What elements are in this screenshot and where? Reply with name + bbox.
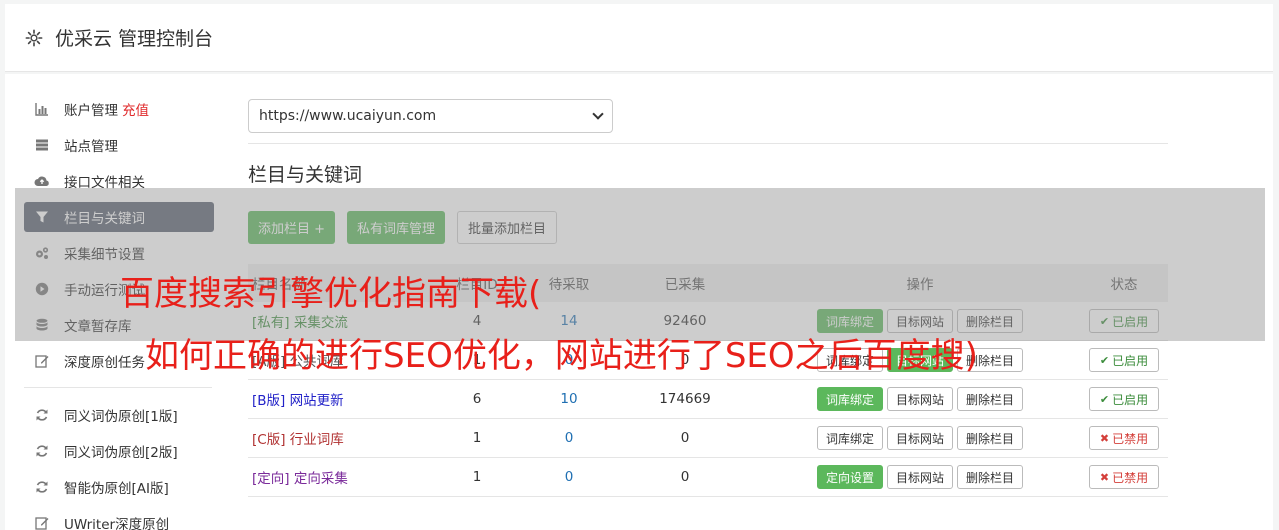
sidebar-item-label: 深度原创任务	[64, 355, 145, 371]
page-title: 优采云 管理控制台	[55, 28, 214, 50]
chevron-down-icon	[592, 108, 604, 120]
close-icon: ✖	[1099, 470, 1110, 484]
row-b[interactable]: 10	[528, 391, 610, 407]
status-label: 已禁用	[1112, 431, 1149, 446]
app-header: 优采云 管理控制台	[5, 4, 1273, 72]
refresh-icon	[34, 479, 50, 495]
row-a: 1	[472, 469, 482, 485]
row-c: 0	[680, 430, 690, 446]
edit-icon	[34, 515, 50, 530]
row-b[interactable]: 0	[528, 469, 610, 485]
site-select[interactable]: https://www.ucaiyun.com	[248, 99, 613, 133]
status-toggle[interactable]: ✖ 已禁用	[1088, 465, 1160, 489]
row-status: ✔ 已启用	[1080, 387, 1168, 411]
edit-icon	[34, 353, 50, 369]
overlay-text-line2: 如何正确的进行SEO优化，网站进行了SEO之后百度搜)	[145, 336, 978, 376]
row-c: 174669	[659, 391, 711, 407]
sidebar-divider	[24, 387, 212, 388]
table-row: [C版] 行业词库 1 0 0 词库绑定 目标网站 删除栏目 ✖ 已禁用	[248, 419, 1168, 458]
bind-lib-button[interactable]: 词库绑定	[816, 387, 883, 411]
directed-setting-button[interactable]: 定向设置	[816, 465, 883, 489]
status-toggle[interactable]: ✔ 已启用	[1088, 348, 1160, 372]
row-name[interactable]: [定向] 定向采集	[248, 467, 426, 487]
row-a: 1	[472, 430, 482, 446]
delete-column-button[interactable]: 删除栏目	[957, 465, 1024, 489]
row-ops: 定向设置 目标网站 删除栏目	[760, 465, 1080, 489]
row-ops: 词库绑定 目标网站 删除栏目	[760, 387, 1080, 411]
sidebar-item-synonym-v2[interactable]: 同义词伪原创[2版]	[24, 436, 214, 466]
bar-chart-icon	[34, 101, 50, 117]
sidebar-item-synonym-v1[interactable]: 同义词伪原创[1版]	[24, 400, 214, 430]
close-icon: ✖	[1099, 431, 1110, 445]
target-site-button[interactable]: 目标网站	[886, 426, 953, 450]
row-b[interactable]: 0	[528, 430, 610, 446]
sidebar-item-label: 同义词伪原创[2版]	[64, 445, 178, 461]
gear-icon	[25, 29, 43, 46]
check-icon: ✔	[1099, 353, 1110, 367]
row-status: ✖ 已禁用	[1080, 465, 1168, 489]
refresh-icon	[34, 407, 50, 423]
status-label: 已启用	[1112, 392, 1149, 407]
sidebar-item-sites[interactable]: 站点管理	[24, 130, 214, 160]
table-row: [B版] 网站更新 6 10 174669 词库绑定 目标网站 删除栏目 ✔ 已启…	[248, 380, 1168, 419]
sidebar-item-uwriter[interactable]: UWriter深度原创	[24, 508, 214, 530]
sidebar-item-smart-ai[interactable]: 智能伪原创[AI版]	[24, 472, 214, 502]
row-status: ✔ 已启用	[1080, 348, 1168, 372]
section-title: 栏目与关键词	[248, 164, 363, 186]
row-c: 0	[680, 469, 690, 485]
row-ops: 词库绑定 目标网站 删除栏目	[760, 426, 1080, 450]
cloud-upload-icon	[34, 173, 50, 189]
gray-overlay-banner	[15, 188, 1265, 341]
row-status: ✖ 已禁用	[1080, 426, 1168, 450]
row-name[interactable]: [B版] 网站更新	[248, 389, 426, 409]
target-site-button[interactable]: 目标网站	[886, 465, 953, 489]
divider	[248, 143, 1168, 144]
table-row: [定向] 定向采集 1 0 0 定向设置 目标网站 删除栏目 ✖ 已禁用	[248, 458, 1168, 497]
row-a: 6	[472, 391, 482, 407]
status-toggle[interactable]: ✖ 已禁用	[1088, 426, 1160, 450]
delete-column-button[interactable]: 删除栏目	[957, 426, 1024, 450]
row-name[interactable]: [C版] 行业词库	[248, 428, 426, 448]
target-site-button[interactable]: 目标网站	[886, 387, 953, 411]
check-icon: ✔	[1099, 392, 1110, 406]
overlay-text-line1: 百度搜索引擎优化指南下载(	[120, 274, 542, 314]
status-toggle[interactable]: ✔ 已启用	[1088, 387, 1160, 411]
sidebar-item-label: UWriter深度原创	[64, 517, 170, 530]
site-select-value: https://www.ucaiyun.com	[259, 108, 437, 124]
bind-lib-button[interactable]: 词库绑定	[816, 426, 883, 450]
sidebar-item-label: 站点管理	[64, 139, 118, 155]
server-icon	[34, 137, 50, 153]
sidebar-item-label: 账户管理	[64, 103, 118, 119]
refresh-icon	[34, 443, 50, 459]
delete-column-button[interactable]: 删除栏目	[957, 387, 1024, 411]
sidebar-item-label: 同义词伪原创[1版]	[64, 409, 178, 425]
recharge-link[interactable]: 充值	[122, 99, 149, 119]
status-label: 已禁用	[1112, 470, 1149, 485]
sidebar-item-account[interactable]: 账户管理 充值	[24, 94, 214, 124]
status-label: 已启用	[1112, 353, 1149, 368]
sidebar-item-label: 智能伪原创[AI版]	[64, 481, 169, 497]
